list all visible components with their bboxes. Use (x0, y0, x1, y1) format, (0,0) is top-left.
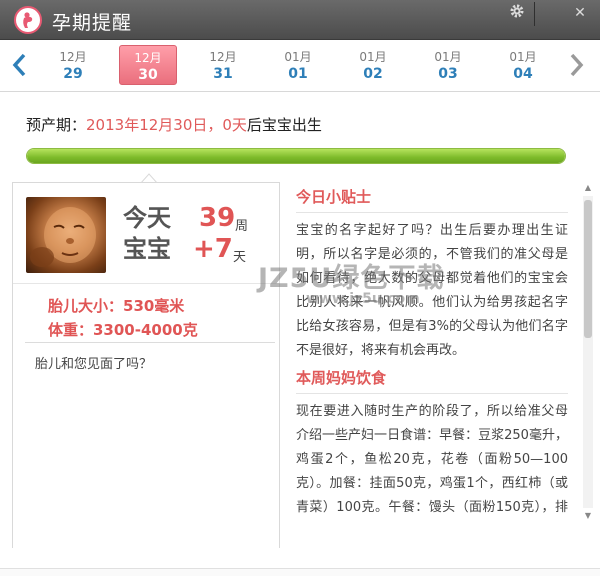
date-item[interactable]: 01月 04 (494, 45, 552, 85)
progress-fill (27, 149, 565, 163)
divider (13, 283, 279, 284)
date-month: 01月 (434, 50, 462, 64)
date-day: 03 (438, 66, 458, 82)
date-day: 31 (213, 66, 233, 82)
today-label: 今天 (123, 204, 171, 232)
date-strip: 12月 29 12月 30 12月 31 01月 01 01月 02 01月 0… (0, 40, 600, 92)
fetal-size: 胎儿大小：530毫米 (48, 297, 185, 315)
fetal-note: 胎儿和您见面了吗？ (35, 357, 153, 372)
diet-title: 本周妈妈饮食 (296, 367, 568, 394)
days-unit: 天 (233, 250, 247, 265)
baby-status-panel: 今天 宝宝 39 周 +7 天 胎儿大小：530毫米 体重：3300-4000克… (12, 182, 280, 548)
weeks-count: 39 (199, 203, 236, 233)
date-item-selected[interactable]: 12月 30 (119, 45, 177, 85)
due-countdown: 0天 (222, 116, 247, 134)
chevron-left-icon[interactable] (10, 52, 30, 78)
scroll-thumb[interactable] (584, 200, 592, 338)
scroll-up-icon[interactable]: ▲ (582, 182, 594, 194)
pregnancy-progress-bar (26, 148, 566, 164)
tips-body: 宝宝的名字起好了吗？出生后要办理出生证明，所以名字是必须的，不管我们的准父母是如… (296, 223, 568, 358)
date-day: 02 (363, 66, 383, 82)
gear-icon[interactable] (507, 3, 527, 23)
date-item[interactable]: 01月 01 (269, 45, 327, 85)
date-month: 01月 (509, 50, 537, 64)
baby-photo (26, 197, 106, 273)
close-icon[interactable]: ✕ (570, 3, 590, 23)
due-date-label: 预产期： (26, 116, 87, 134)
date-item[interactable]: 01月 03 (419, 45, 477, 85)
date-item[interactable]: 12月 31 (194, 45, 252, 85)
date-month: 12月 (59, 50, 87, 64)
date-day: 01 (288, 66, 308, 82)
date-day: 29 (63, 66, 83, 82)
days-count: +7 (193, 234, 233, 264)
divider (25, 342, 275, 343)
date-day: 30 (138, 67, 158, 83)
date-month: 01月 (359, 50, 387, 64)
due-date-value: 2013年12月30日， (86, 116, 223, 134)
scroll-track[interactable] (583, 196, 593, 508)
date-day: 04 (513, 66, 533, 82)
title-separator (534, 2, 535, 26)
tips-title: 今日小贴士 (296, 186, 568, 213)
fetal-weight: 体重：3300-4000克 (48, 321, 198, 339)
date-item[interactable]: 01月 02 (344, 45, 402, 85)
date-month: 12月 (134, 51, 162, 65)
title-bar: 孕期提醒 ✕ (0, 0, 600, 40)
window-bottom-edge (0, 568, 600, 576)
due-suffix: 后宝宝出生 (246, 116, 322, 134)
pregnancy-logo-icon (14, 6, 42, 34)
info-panel: 今日小贴士 宝宝的名字起好了吗？出生后要办理出生证明，所以名字是必须的，不管我们… (296, 182, 568, 522)
weeks-unit: 周 (235, 219, 249, 234)
scrollbar[interactable]: ▲ ▼ (582, 182, 594, 522)
scroll-down-icon[interactable]: ▼ (582, 510, 594, 522)
due-date-line: 预产期：2013年12月30日，0天后宝宝出生 (26, 114, 322, 135)
date-item[interactable]: 12月 29 (44, 45, 102, 85)
diet-body: 现在要进入随时生产的阶段了，所以给准父母介绍一些产妇一日食谱：早餐：豆浆250毫… (296, 404, 568, 515)
date-month: 01月 (284, 50, 312, 64)
window-title: 孕期提醒 (52, 12, 133, 34)
chevron-right-icon[interactable] (566, 52, 586, 78)
baby-label: 宝宝 (123, 235, 171, 263)
date-month: 12月 (209, 50, 237, 64)
